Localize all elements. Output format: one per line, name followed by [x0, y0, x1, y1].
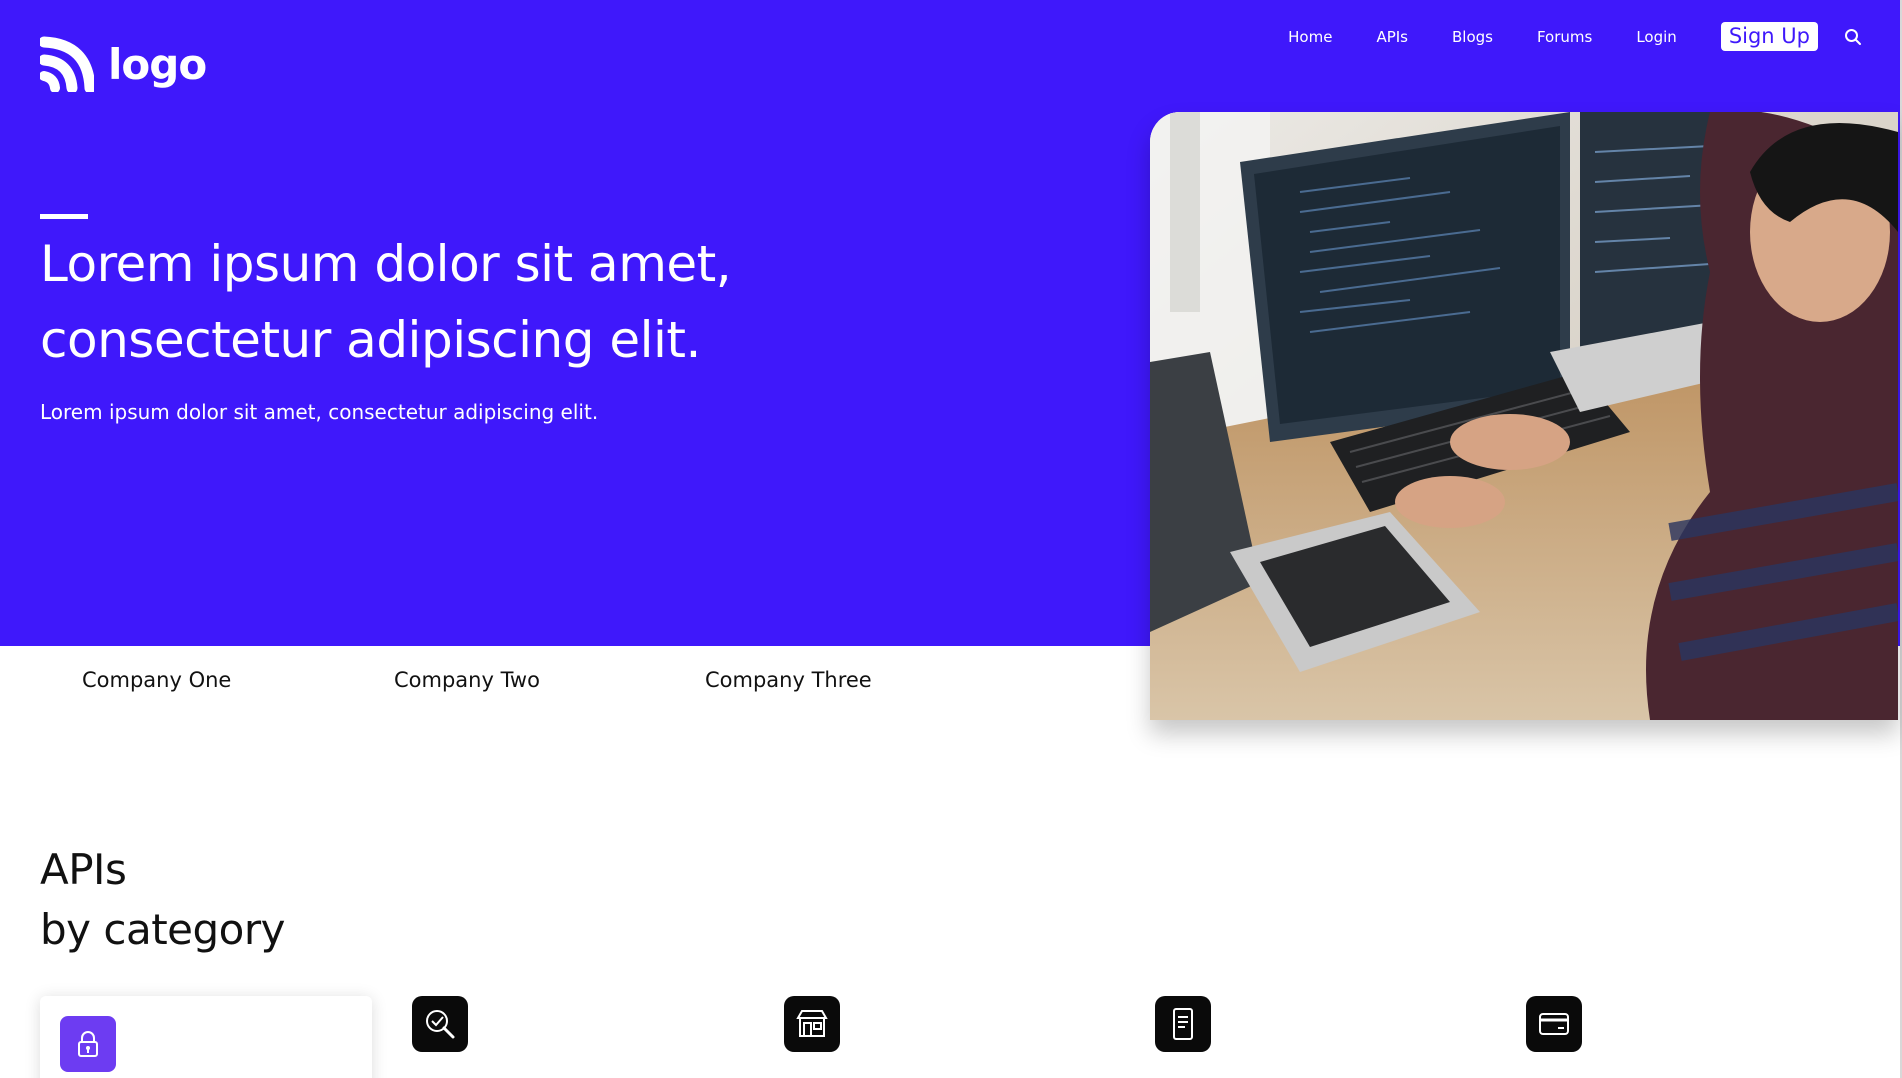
section-title-line1: APIs — [40, 845, 127, 894]
category-store[interactable] — [784, 996, 840, 1052]
logo[interactable]: logo — [40, 36, 207, 92]
hero-image — [1150, 112, 1898, 720]
lock-icon — [78, 1031, 98, 1057]
main-nav: Home APIs Blogs Forums Login Sign Up — [1288, 22, 1862, 51]
hero-accent-bar — [40, 214, 88, 219]
category-card-security[interactable] — [40, 996, 372, 1078]
card-icon-box — [60, 1016, 116, 1072]
logo-mark-icon — [40, 36, 94, 92]
company-three: Company Three — [705, 668, 872, 692]
section-title-line2: by category — [40, 905, 285, 954]
search-icon[interactable] — [1844, 28, 1862, 46]
mobile-document-icon — [1173, 1008, 1193, 1040]
hero-subtitle: Lorem ipsum dolor sit amet, consectetur … — [40, 400, 599, 424]
category-mobile-document[interactable] — [1155, 996, 1211, 1052]
logo-text: logo — [108, 39, 207, 89]
signup-button[interactable]: Sign Up — [1720, 22, 1818, 51]
company-two: Company Two — [394, 668, 540, 692]
developer-at-desk-illustration — [1150, 112, 1898, 720]
category-search-check[interactable] — [412, 996, 468, 1052]
hero-title: Lorem ipsum dolor sit amet, consectetur … — [40, 235, 732, 369]
nav-home[interactable]: Home — [1288, 28, 1332, 46]
category-credit-card[interactable] — [1526, 996, 1582, 1052]
credit-card-icon — [1539, 1013, 1569, 1035]
nav-login[interactable]: Login — [1636, 28, 1676, 46]
store-icon — [796, 1010, 828, 1037]
section-title: APIs by category — [40, 840, 285, 960]
nav-blogs[interactable]: Blogs — [1452, 28, 1493, 46]
nav-forums[interactable]: Forums — [1537, 28, 1592, 46]
nav-apis[interactable]: APIs — [1376, 28, 1408, 46]
company-one: Company One — [82, 668, 232, 692]
search-check-icon — [426, 1010, 455, 1039]
